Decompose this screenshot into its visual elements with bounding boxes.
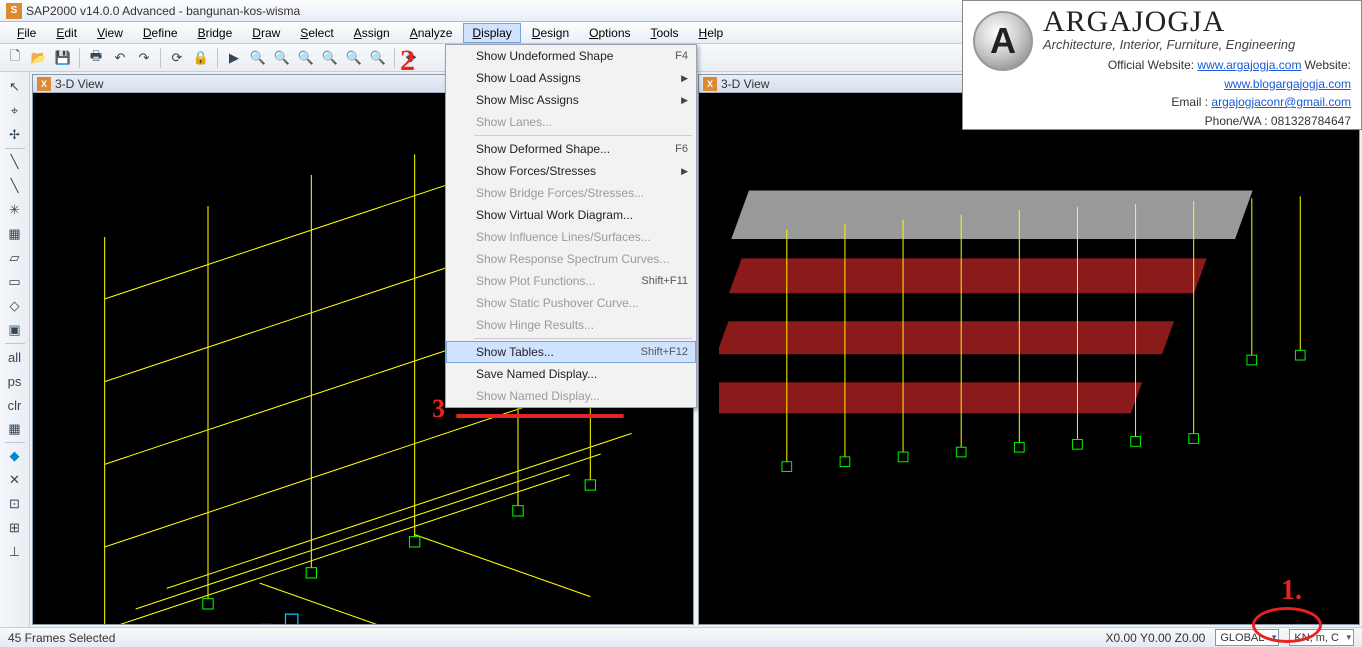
zoom-in-icon[interactable]: 🔍 — [343, 47, 365, 69]
draw-area-icon[interactable]: ▱ — [3, 247, 27, 269]
snap-int-icon[interactable]: ⊞ — [3, 517, 27, 539]
zoom-extents-icon[interactable]: 🔍 — [367, 47, 389, 69]
menu-bridge[interactable]: Bridge — [189, 23, 242, 43]
pointer-icon[interactable]: ↖ — [3, 76, 27, 98]
watermark-link-1[interactable]: www.argajogja.com — [1197, 58, 1301, 72]
viewport-right-canvas[interactable] — [699, 93, 1359, 624]
snap-perp-icon[interactable]: ⊥ — [3, 541, 27, 563]
menu-define[interactable]: Define — [134, 23, 187, 43]
menu-item-show-bridge-forces-stresses: Show Bridge Forces/Stresses... — [446, 182, 696, 204]
left-toolbar: ↖ ⌖ ✢ ╲ ╲ ✳ ▦ ▱ ▭ ◇ ▣ all ps clr ▦ ◆ ✕ ⊡… — [0, 72, 30, 627]
menu-analyze[interactable]: Analyze — [401, 23, 462, 43]
menu-file[interactable]: File — [8, 23, 45, 43]
app-icon: S — [6, 3, 22, 19]
statusbar: 45 Frames Selected X0.00 Y0.00 Z0.00 GLO… — [0, 627, 1362, 647]
snap-mid-icon[interactable]: ⊡ — [3, 493, 27, 515]
viewport-right-title: 3-D View — [721, 77, 769, 91]
watermark-title: ARGAJOGJA — [1043, 5, 1351, 39]
menu-item-show-lanes: Show Lanes... — [446, 111, 696, 133]
menu-item-show-static-pushover-curve: Show Static Pushover Curve... — [446, 292, 696, 314]
move-icon[interactable]: ✢ — [3, 124, 27, 146]
draw-poly-icon[interactable]: ◇ — [3, 295, 27, 317]
menu-help[interactable]: Help — [690, 23, 733, 43]
draw-frame-icon[interactable]: ╲ — [3, 175, 27, 197]
watermark-link-2[interactable]: www.blogargajogja.com — [1224, 77, 1351, 91]
menu-item-show-undeformed-shape[interactable]: Show Undeformed ShapeF4 — [446, 45, 696, 67]
watermark-logo: A — [973, 11, 1033, 71]
reshape-icon[interactable]: ⌖ — [3, 100, 27, 122]
menu-item-show-forces-stresses[interactable]: Show Forces/Stresses▶ — [446, 160, 696, 182]
zoom-fit-icon[interactable]: 🔍 — [295, 47, 317, 69]
viewport-left-title: 3-D View — [55, 77, 103, 91]
menu-select[interactable]: Select — [291, 23, 342, 43]
menu-edit[interactable]: Edit — [47, 23, 86, 43]
menu-tools[interactable]: Tools — [642, 23, 688, 43]
menu-item-show-tables[interactable]: Show Tables...Shift+F12 — [446, 341, 696, 363]
marquee-icon[interactable]: ▦ — [3, 418, 27, 440]
snap-point-icon[interactable]: ◆ — [3, 445, 27, 467]
watermark-subtitle: Architecture, Interior, Furniture, Engin… — [1043, 37, 1351, 52]
menu-item-show-plot-functions: Show Plot Functions...Shift+F11 — [446, 270, 696, 292]
watermark-info: Official Website: www.argajogja.com Webs… — [1043, 56, 1351, 130]
status-coords: X0.00 Y0.00 Z0.00 — [1105, 631, 1205, 645]
save-icon[interactable]: 💾 — [52, 47, 74, 69]
menu-display[interactable]: Display — [463, 23, 520, 43]
watermark-email[interactable]: argajogjaconr@gmail.com — [1211, 95, 1351, 109]
select-all-icon[interactable]: all — [3, 346, 27, 368]
zoom-window-icon[interactable]: 🔍 — [247, 47, 269, 69]
status-selection: 45 Frames Selected — [8, 631, 115, 645]
menu-options[interactable]: Options — [580, 23, 639, 43]
zoom-prev-icon[interactable]: 🔍 — [319, 47, 341, 69]
menu-item-show-misc-assigns[interactable]: Show Misc Assigns▶ — [446, 89, 696, 111]
watermark-phone: Phone/WA : 081328784647 — [1205, 114, 1351, 128]
snap-end-icon[interactable]: ✕ — [3, 469, 27, 491]
new-file-icon[interactable]: 🗋 — [4, 47, 26, 69]
refresh-icon[interactable]: ⟳ — [166, 47, 188, 69]
draw-brace-icon[interactable]: ✳ — [3, 199, 27, 221]
coord-system-combo[interactable]: GLOBAL — [1215, 629, 1279, 646]
menu-item-show-deformed-shape[interactable]: Show Deformed Shape...F6 — [446, 138, 696, 160]
draw-cube-icon[interactable]: ▣ — [3, 319, 27, 341]
viewport-right[interactable]: X 3-D View — [698, 74, 1360, 625]
draw-line-icon[interactable]: ╲ — [3, 151, 27, 173]
menu-item-show-load-assigns[interactable]: Show Load Assigns▶ — [446, 67, 696, 89]
watermark-card: A ARGAJOGJA Architecture, Interior, Furn… — [962, 0, 1362, 130]
draw-rect-icon[interactable]: ▭ — [3, 271, 27, 293]
menu-draw[interactable]: Draw — [243, 23, 289, 43]
run-icon[interactable]: ▶ — [223, 47, 245, 69]
menu-item-show-response-spectrum-curves: Show Response Spectrum Curves... — [446, 248, 696, 270]
pan-icon[interactable]: ✥ — [400, 47, 422, 69]
window-title: SAP2000 v14.0.0 Advanced - bangunan-kos-… — [26, 4, 300, 18]
menu-item-show-hinge-results: Show Hinge Results... — [446, 314, 696, 336]
menu-view[interactable]: View — [88, 23, 132, 43]
print-icon[interactable]: 🖶 — [85, 47, 107, 69]
units-combo[interactable]: KN, m, C — [1289, 629, 1354, 646]
clear-select-icon[interactable]: clr — [3, 394, 27, 416]
viewport-icon: X — [37, 77, 51, 91]
open-file-icon[interactable]: 📂 — [28, 47, 50, 69]
menu-design[interactable]: Design — [523, 23, 578, 43]
menu-item-show-influence-lines-surfaces: Show Influence Lines/Surfaces... — [446, 226, 696, 248]
undo-icon[interactable]: ↶ — [109, 47, 131, 69]
menu-assign[interactable]: Assign — [345, 23, 399, 43]
zoom-out-icon[interactable]: 🔍 — [271, 47, 293, 69]
annotation-underline — [456, 414, 624, 418]
prev-select-icon[interactable]: ps — [3, 370, 27, 392]
display-menu-dropdown: Show Undeformed ShapeF4Show Load Assigns… — [445, 44, 697, 408]
menu-item-show-virtual-work-diagram[interactable]: Show Virtual Work Diagram... — [446, 204, 696, 226]
draw-grid-icon[interactable]: ▦ — [3, 223, 27, 245]
redo-icon[interactable]: ↷ — [133, 47, 155, 69]
menu-item-save-named-display[interactable]: Save Named Display... — [446, 363, 696, 385]
viewport-icon: X — [703, 77, 717, 91]
lock-icon[interactable]: 🔒 — [190, 47, 212, 69]
menu-item-show-named-display: Show Named Display... — [446, 385, 696, 407]
